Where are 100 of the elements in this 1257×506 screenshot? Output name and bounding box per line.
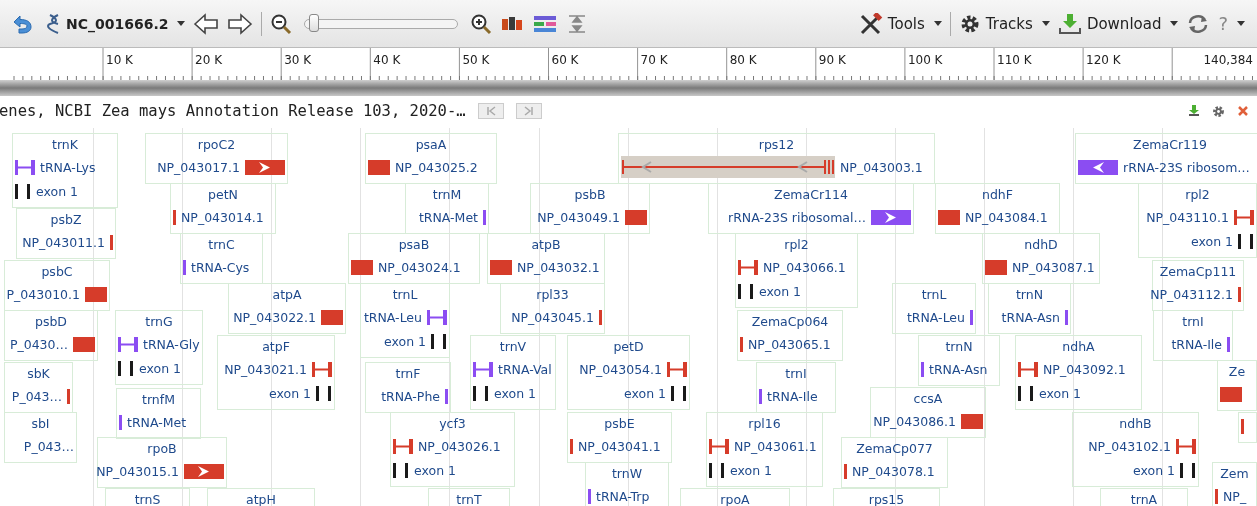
gene-name: trnN	[945, 338, 973, 356]
feature-box[interactable]: ndhA NP_043092.1 exon 1	[1015, 335, 1142, 410]
feature-box[interactable]: rpl2 NP_043110.1 exon 1	[1138, 183, 1257, 258]
gene-name: sbI	[31, 415, 50, 433]
zoom-in-icon[interactable]	[469, 12, 492, 35]
feature-box[interactable]: rpoA	[680, 488, 790, 506]
feature-box[interactable]: rpl2 NP_043066.1 exon 1	[735, 233, 858, 308]
feature-box[interactable]: trnL tRNA-Leu exon 1	[360, 283, 450, 358]
feature-box[interactable]: ZemaCr114 rRNA-23S ribosomal…	[708, 183, 914, 234]
ruler-label: 80 K	[729, 53, 757, 67]
gene-name: trnK	[52, 136, 78, 154]
ruler-label: 40 K	[373, 53, 401, 67]
feature-box[interactable]: trnT	[428, 488, 510, 506]
sequence-dropdown[interactable]: NC_001666.2	[46, 12, 185, 35]
feature-box[interactable]: rps15	[833, 488, 940, 506]
zoom-out-icon[interactable]	[269, 12, 292, 35]
gene-name: psbC	[41, 263, 73, 281]
feature-label: NP_043086.1	[873, 413, 956, 429]
feature-box[interactable]: sbI P_043…	[4, 412, 77, 463]
feature-box[interactable]: trnC tRNA-Cys	[180, 233, 263, 284]
feature-label: NP_043015.1	[96, 463, 179, 479]
gear-icon[interactable]	[1212, 104, 1225, 118]
feature-box[interactable]: Zem NP_	[1212, 462, 1257, 506]
feature-box[interactable]: rpoB NP_043015.1	[97, 437, 227, 488]
gene-name: psbD	[35, 313, 67, 331]
gene-name: trnI	[1182, 313, 1204, 331]
feature-box[interactable]: atpA NP_043022.1	[228, 283, 346, 334]
gene-name: Ze	[1228, 363, 1246, 381]
feature-label: tRNA-Met	[418, 209, 478, 225]
gene-name: ZemaCp077	[856, 440, 933, 458]
feature-label: tRNA-Trp	[596, 488, 650, 504]
gene-name: psaB	[398, 236, 430, 254]
ruler-label: 120 K	[1086, 53, 1121, 67]
feature-label: NP_043066.1	[763, 259, 846, 275]
feature-box[interactable]: trnN tRNA-Asn	[918, 335, 1000, 386]
feature-label: exon 1	[624, 385, 666, 401]
feature-box[interactable]: ZemaCp077 NP_043078.1	[841, 437, 948, 488]
gene-name: trnV	[499, 338, 527, 356]
toolbar-menu[interactable]: Tracks	[958, 12, 1050, 35]
feature-box[interactable]: trnI tRNA-Ile	[1153, 310, 1233, 361]
feature-label: tRNA-Ile	[1171, 336, 1222, 352]
gene-name: sbK	[27, 365, 50, 383]
gene-name: ndhB	[1119, 415, 1152, 433]
gene-name: rpl16	[748, 415, 781, 433]
feature-box[interactable]: ccsA NP_043086.1	[870, 387, 986, 438]
feature-label: tRNA-Val	[498, 361, 552, 377]
gene-name: atpA	[272, 286, 302, 304]
feature-box[interactable]: trnN tRNA-Asn	[988, 283, 1071, 334]
feature-box[interactable]: trnV tRNA-Val exon 1	[470, 335, 556, 410]
download-icon[interactable]	[1188, 105, 1200, 117]
feature-label: exon 1	[36, 183, 78, 199]
feature-box[interactable]: rps12 NP_043003.1	[618, 133, 935, 184]
scroll-bar[interactable]	[0, 80, 1257, 96]
toolbar-menu[interactable]: Download	[1057, 12, 1179, 35]
left-arrow-icon[interactable]	[192, 12, 219, 35]
gene-name: trnI	[785, 365, 807, 383]
feature-label: NP_043102.1	[1088, 438, 1171, 454]
toolbar-menu[interactable]: Tools	[858, 12, 942, 35]
feature-box[interactable]: trnS	[105, 488, 190, 506]
feature-box[interactable]: ZemaCr119 rRNA-23S ribosom…	[1075, 133, 1257, 184]
right-arrow-icon[interactable]	[226, 12, 253, 35]
feature-box[interactable]: petD NP_043054.1 exon 1	[567, 335, 690, 410]
feature-box[interactable]: ZemaCp064 NP_043065.1	[737, 310, 843, 361]
gene-name: trnF	[395, 365, 421, 383]
feature-label: NP_043022.1	[233, 309, 316, 325]
gene-name: trnT	[456, 491, 482, 506]
gene-name: trnG	[145, 313, 173, 331]
feature-label: NP_043011.1	[22, 234, 105, 250]
tools-icon	[858, 12, 883, 35]
feature-box[interactable]	[1238, 412, 1257, 443]
feature-box[interactable]: trnG tRNA-Gly exon 1	[115, 310, 203, 385]
feature-box[interactable]: trnA	[1100, 488, 1188, 506]
feature-box[interactable]: sbK P_043…	[4, 362, 73, 413]
feature-label: NP_043045.1	[511, 309, 594, 325]
feature-label: P_043…	[23, 438, 74, 454]
feature-label: NP_043065.1	[748, 336, 831, 352]
feature-label: exon 1	[1039, 385, 1081, 401]
ruler-label: 70 K	[640, 53, 668, 67]
feature-label: NP_043026.1	[418, 438, 501, 454]
feature-box[interactable]: psbZ NP_043011.1	[16, 208, 116, 259]
feature-label: exon 1	[494, 385, 536, 401]
gene-name: ndhF	[982, 186, 1013, 204]
feature-box[interactable]: atpF NP_043021.1 exon 1	[217, 335, 335, 410]
gene-name: trnL	[392, 286, 418, 304]
feature-box[interactable]: Ze	[1217, 360, 1257, 411]
feature-box[interactable]: trnL tRNA-Leu	[892, 283, 976, 334]
feature-label: tRNA-Met	[127, 414, 187, 430]
slider-thumb[interactable]	[308, 13, 319, 32]
download-icon	[1057, 12, 1082, 35]
feature-box[interactable]: atpH	[207, 488, 315, 506]
feature-label: P_043…	[11, 388, 62, 404]
gene-name: rps12	[758, 136, 795, 154]
gene-name: ZemaCp064	[751, 313, 829, 331]
feature-label: tRNA-Phe	[381, 388, 440, 404]
feature-box[interactable]: rpl33 NP_043045.1	[500, 283, 605, 334]
feature-label: exon 1	[269, 385, 311, 401]
feature-box[interactable]: trnW tRNA-Trp	[585, 462, 669, 506]
feature-box[interactable]: psbD P_0430…	[4, 310, 98, 361]
gene-name: trnN	[1015, 286, 1044, 304]
close-icon[interactable]	[1237, 105, 1249, 117]
